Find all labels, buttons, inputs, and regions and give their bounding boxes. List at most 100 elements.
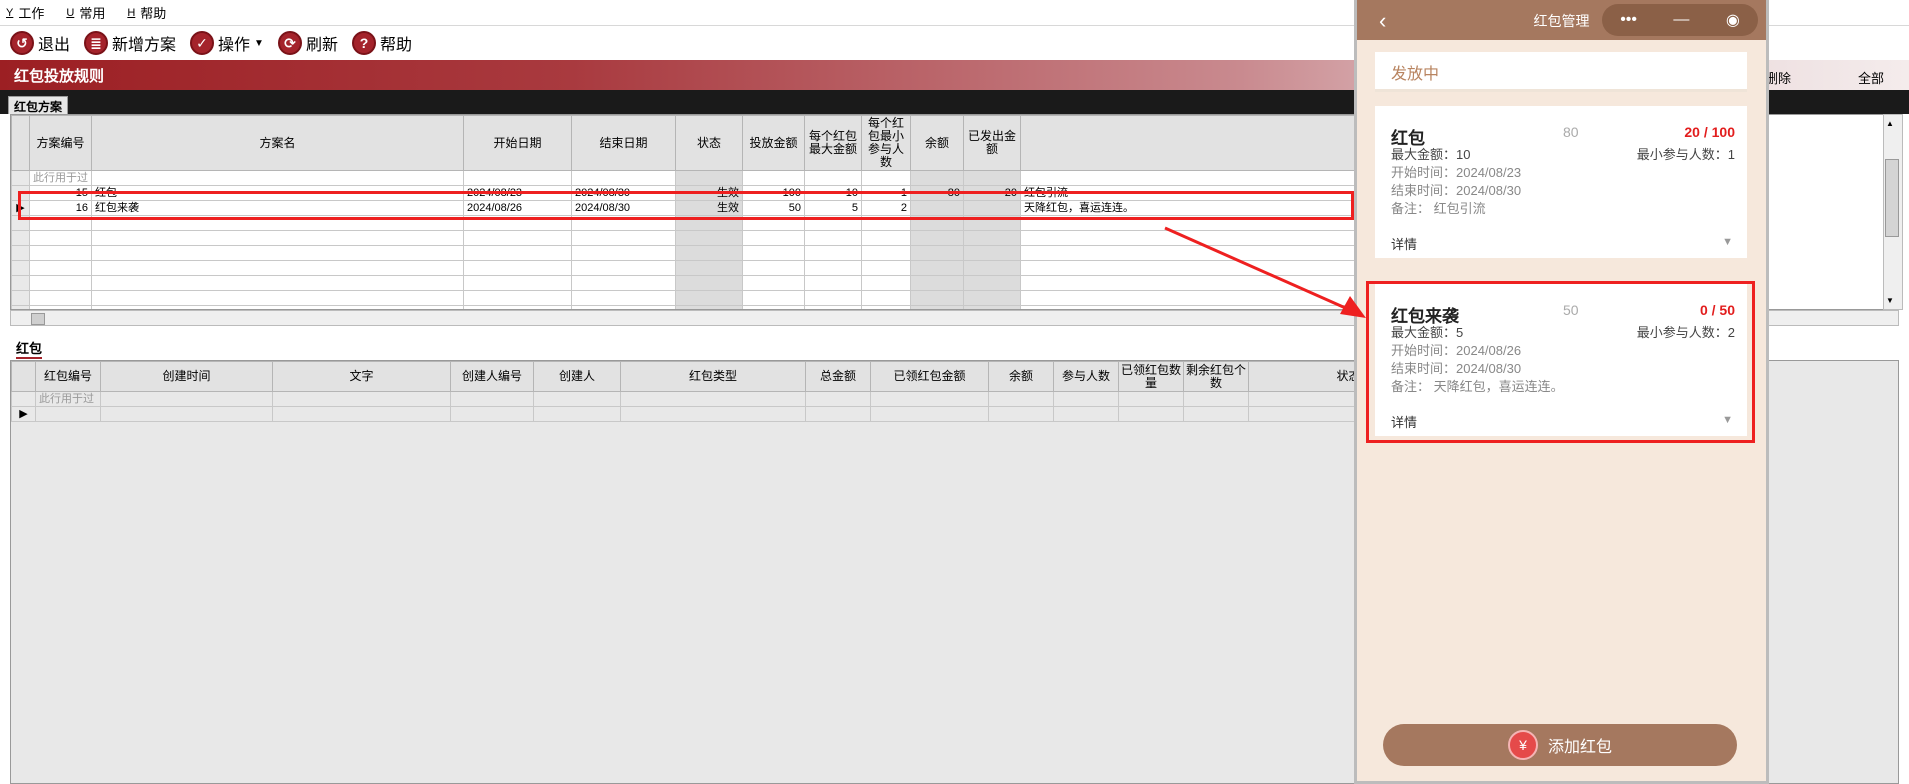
- card-total: 80: [1563, 124, 1579, 140]
- card-start-time: 开始时间：2024/08/26: [1391, 340, 1521, 359]
- col-header[interactable]: 结束日期: [571, 115, 676, 171]
- card-count: 20 / 100: [1684, 124, 1735, 140]
- cell-status: 生效: [675, 200, 743, 216]
- col-header[interactable]: 方案名: [91, 115, 464, 171]
- col-header[interactable]: 总金额: [805, 361, 871, 392]
- scroll-down-icon[interactable]: ▼: [1886, 296, 1894, 305]
- menu-accel: H: [127, 6, 136, 19]
- redpack-table: 红包编号 创建时间 文字 创建人编号 创建人 红包类型 总金额 已领红包金额 余…: [11, 361, 1449, 422]
- card-field-label: 最小参与人数：: [1636, 147, 1728, 162]
- redpack-card[interactable]: 红包 80 20 / 100 最大金额：10 最小参与人数：1 开始时间：202…: [1375, 106, 1747, 258]
- close-target-icon[interactable]: ◉: [1726, 10, 1740, 30]
- menu-label: 常用: [79, 6, 106, 21]
- menu-help[interactable]: H 帮助: [127, 3, 166, 22]
- menu-common[interactable]: U 常用: [66, 3, 105, 22]
- row-indicator: [11, 185, 30, 201]
- empty-row: [11, 215, 1441, 231]
- tab-redpack[interactable]: 红包: [16, 338, 43, 359]
- card-detail-link[interactable]: 详情: [1391, 234, 1417, 253]
- cell-amount: 100: [742, 185, 805, 201]
- card-end-time: 结束时间：2024/08/30: [1391, 358, 1521, 377]
- col-header[interactable]: 每个红包最小参与人数: [861, 115, 911, 171]
- col-header[interactable]: 每个红包最大金额: [804, 115, 862, 171]
- expand-triangle-icon[interactable]: ▼: [1722, 236, 1733, 248]
- menu-work[interactable]: Y 工作: [6, 3, 44, 22]
- cell-balance: [910, 200, 964, 216]
- card-field-label: 最大金额：: [1391, 325, 1457, 340]
- card-start-time: 开始时间：2024/08/23: [1391, 162, 1521, 181]
- col-header[interactable]: 创建人编号: [450, 361, 534, 392]
- refresh-button[interactable]: ⟳ 刷新: [277, 31, 338, 55]
- filter-label: 发放中: [1391, 66, 1440, 83]
- exit-button[interactable]: ↺ 退出: [10, 31, 70, 55]
- empty-row: [11, 260, 1441, 276]
- col-header[interactable]: 已发出金额: [963, 115, 1021, 171]
- more-icon[interactable]: •••: [1620, 11, 1637, 29]
- col-header[interactable]: 余额: [988, 361, 1054, 392]
- col-header[interactable]: 创建时间: [100, 361, 273, 392]
- tab-plan[interactable]: 红包方案: [8, 96, 69, 114]
- operate-button[interactable]: ✓ 操作 ▼: [190, 31, 264, 55]
- col-header[interactable]: 参与人数: [1053, 361, 1119, 392]
- card-field-value: 2024/08/30: [1456, 361, 1522, 376]
- card-total: 50: [1563, 302, 1579, 318]
- col-header[interactable]: 文字: [272, 361, 451, 392]
- filter-row[interactable]: 此行用于过: [11, 170, 1441, 186]
- window-title: 红包投放规则: [14, 67, 105, 85]
- filter-hint[interactable]: 此行用于过: [29, 170, 92, 186]
- help-icon: ?: [351, 31, 376, 55]
- mobile-nav-bar: ‹ 红包管理 ••• — ◉: [1357, 0, 1766, 40]
- empty-row: [11, 275, 1441, 291]
- plan-grid-vertical-scrollbar[interactable]: ▲ ▼: [1883, 114, 1903, 310]
- minimize-icon[interactable]: —: [1673, 11, 1689, 29]
- col-header[interactable]: 投放金额: [742, 115, 805, 171]
- card-field-label: 结束时间：: [1391, 183, 1457, 198]
- expand-triangle-icon[interactable]: ▼: [1722, 414, 1733, 426]
- card-field-label: 结束时间：: [1391, 361, 1457, 376]
- add-plan-button[interactable]: ≣ 新增方案: [84, 31, 176, 55]
- exit-icon: ↺: [10, 31, 34, 55]
- col-header[interactable]: 余额: [910, 115, 964, 171]
- col-header[interactable]: 方案编号: [29, 115, 92, 171]
- col-header[interactable]: 剩余红包个数: [1183, 361, 1249, 392]
- redpack-card[interactable]: 红包来袭 50 0 / 50 最大金额：5 最小参与人数：2 开始时间：2024…: [1375, 284, 1747, 436]
- help-button[interactable]: ? 帮助: [351, 31, 412, 55]
- col-header[interactable]: 红包编号: [35, 361, 101, 392]
- col-header[interactable]: 已领红包数量: [1118, 361, 1184, 392]
- row-indicator-header: [11, 361, 36, 392]
- filter-row[interactable]: 此行用于过: [11, 391, 1449, 407]
- col-header[interactable]: 开始日期: [463, 115, 572, 171]
- cell-amount: 50: [742, 200, 805, 216]
- status-filter[interactable]: 发放中: [1375, 52, 1747, 92]
- cell-id: 16: [29, 200, 92, 216]
- col-header[interactable]: 已领红包金额: [870, 361, 989, 392]
- plan-table: 方案编号 方案名 开始日期 结束日期 状态 投放金额 每个红包最大金额 每个红包…: [11, 115, 1441, 309]
- cell-sent: 20: [963, 185, 1021, 201]
- filter-hint[interactable]: 此行用于过: [35, 391, 101, 407]
- table-row[interactable]: 15 红包 2024/08/23 2024/08/30 生效 100 10 1 …: [11, 185, 1441, 201]
- card-detail-link[interactable]: 详情: [1391, 412, 1417, 431]
- col-header[interactable]: 创建人: [533, 361, 621, 392]
- col-header[interactable]: 状态: [675, 115, 743, 171]
- all-label[interactable]: 全部: [1858, 68, 1884, 87]
- mini-program-capsule: ••• — ◉: [1602, 4, 1758, 36]
- cell-end: 2024/08/30: [571, 185, 676, 201]
- card-field-label: 最大金额：: [1391, 147, 1457, 162]
- cell-id: 15: [29, 185, 92, 201]
- add-redpack-button[interactable]: ¥ 添加红包: [1383, 724, 1737, 766]
- right-strip: 删除 全部 ▲ ▼: [1765, 0, 1909, 784]
- scroll-up-icon[interactable]: ▲: [1886, 119, 1894, 128]
- card-end-time: 结束时间：2024/08/30: [1391, 180, 1521, 199]
- cell-start: 2024/08/23: [463, 185, 572, 201]
- table-row-selected[interactable]: ▶ 16 红包来袭 2024/08/26 2024/08/30 生效 50 5 …: [11, 200, 1441, 216]
- scrollbar-thumb[interactable]: [1885, 159, 1899, 237]
- col-header[interactable]: 红包类型: [620, 361, 806, 392]
- row-indicator-arrow: ▶: [11, 200, 30, 216]
- exit-label: 退出: [38, 37, 71, 54]
- card-field-value: 10: [1456, 147, 1471, 162]
- row-indicator: [11, 170, 30, 186]
- scrollbar-thumb[interactable]: [31, 313, 45, 325]
- new-row[interactable]: ▶: [11, 406, 1449, 422]
- empty-row: [11, 245, 1441, 261]
- operate-label: 操作: [218, 37, 251, 54]
